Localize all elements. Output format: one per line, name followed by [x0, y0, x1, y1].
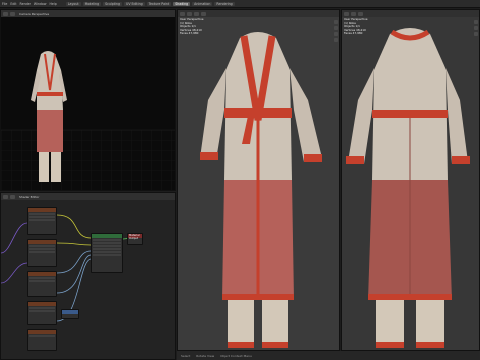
- menu-help[interactable]: Help: [49, 2, 56, 6]
- selected-node[interactable]: [61, 309, 79, 319]
- tab-shading[interactable]: Shading: [173, 1, 191, 6]
- front-viewport[interactable]: User Perspective (1) Robe Objects 1/1 Ve…: [177, 9, 340, 351]
- texture-node-3[interactable]: [27, 271, 57, 297]
- tab-rendering[interactable]: Rendering: [214, 1, 235, 6]
- menu-file[interactable]: File: [2, 2, 7, 6]
- status-bar: Select Rotate View Object Context Menu: [177, 351, 480, 360]
- material-output-node[interactable]: Material Output: [127, 233, 143, 245]
- menu-window[interactable]: Window: [34, 2, 47, 6]
- workspace-tabs: Layout Modeling Sculpting UV Editing Tex…: [65, 1, 235, 6]
- texture-node-5[interactable]: [27, 329, 57, 351]
- tab-animation[interactable]: Animation: [192, 1, 213, 6]
- tab-uv-editing[interactable]: UV Editing: [123, 1, 145, 6]
- render-preview: [1, 51, 175, 190]
- material-output-title: Material Output: [128, 234, 142, 240]
- principled-bsdf-node[interactable]: [91, 233, 123, 273]
- robe-back-model: [346, 28, 470, 348]
- tab-sculpting[interactable]: Sculpting: [103, 1, 122, 6]
- tab-modeling[interactable]: Modeling: [82, 1, 102, 6]
- robe-front-model: [200, 32, 322, 348]
- menu-render[interactable]: Render: [20, 2, 31, 6]
- status-rotate: Rotate View: [196, 353, 215, 358]
- menu-edit[interactable]: Edit: [10, 2, 16, 6]
- shader-editor[interactable]: Shader Editor Material Output: [0, 192, 176, 360]
- back-viewport[interactable]: User Perspective (1) Robe Objects 1/1 Ve…: [341, 9, 480, 351]
- status-context: Object Context Menu: [220, 353, 252, 358]
- tab-texture-paint[interactable]: Texture Paint: [146, 1, 172, 6]
- tab-layout[interactable]: Layout: [65, 1, 81, 6]
- status-select: Select: [181, 353, 191, 358]
- top-menu-bar: File Edit Render Window Help Layout Mode…: [0, 0, 480, 8]
- texture-node-1[interactable]: [27, 207, 57, 235]
- texture-node-2[interactable]: [27, 239, 57, 267]
- texture-node-4[interactable]: [27, 301, 57, 325]
- render-viewport[interactable]: Camera Perspective: [0, 9, 176, 191]
